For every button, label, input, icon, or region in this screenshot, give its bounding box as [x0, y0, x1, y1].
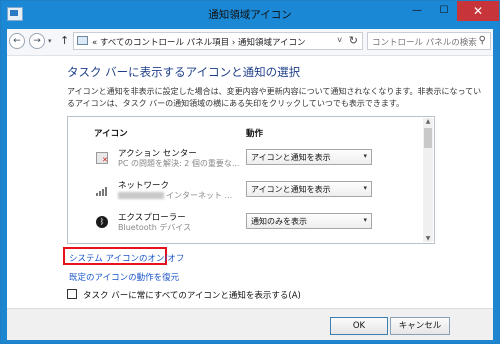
item-description: Bluetooth デバイス	[118, 223, 192, 232]
behavior-select-value: 通知のみを表示	[251, 217, 307, 226]
vertical-scrollbar[interactable]: ▲ ▼	[423, 118, 433, 242]
minimize-button[interactable]: —	[404, 1, 430, 21]
scrollbar-thumb[interactable]	[424, 128, 432, 148]
address-bar[interactable]: « すべてのコントロール パネル項目 › 通知領域アイコン v ↻	[73, 32, 363, 50]
item-description: インターネット ...	[118, 190, 232, 201]
list-item: アクション センター PC の問題を解決: 2 個の重要な... アイコンと通知…	[90, 147, 410, 175]
item-description: PC の問題を解決: 2 個の重要な...	[118, 159, 240, 168]
address-dropdown-icon[interactable]: v	[337, 35, 342, 44]
action-center-flag-icon	[96, 152, 108, 164]
back-button[interactable]: ←	[9, 33, 25, 49]
recent-locations-dropdown[interactable]: ▾	[48, 37, 52, 45]
dialog-footer: OK キャンセル	[7, 308, 493, 340]
breadcrumb[interactable]: « すべてのコントロール パネル項目 › 通知領域アイコン	[92, 36, 306, 48]
chevron-down-icon: ▾	[363, 152, 367, 160]
list-item: ネットワーク インターネット ... アイコンと通知を表示 ▾	[90, 179, 410, 207]
behavior-select[interactable]: 通知のみを表示 ▾	[246, 213, 372, 229]
window: 通知領域アイコン — ☐ ✕ ← → ▾ ↑ « すべてのコントロール パネル項…	[0, 0, 500, 344]
scroll-up-icon[interactable]: ▲	[423, 118, 433, 125]
cancel-button[interactable]: キャンセル	[390, 317, 450, 335]
behavior-select-value: アイコンと通知を表示	[251, 153, 331, 162]
chevron-down-icon: ▾	[363, 184, 367, 192]
behavior-select[interactable]: アイコンと通知を表示 ▾	[246, 181, 372, 197]
page-title: タスク バーに表示するアイコンと通知の選択	[67, 65, 301, 79]
main-content: タスク バーに表示するアイコンと通知の選択 アイコンと通知を非表示に設定した場合…	[7, 56, 493, 308]
behavior-select-value: アイコンと通知を表示	[251, 185, 331, 194]
behavior-select[interactable]: アイコンと通知を表示 ▾	[246, 149, 372, 165]
description-text: アイコンと通知を非表示に設定した場合は、変更内容や更新内容について通知されなくな…	[67, 87, 482, 108]
navigation-bar: ← → ▾ ↑ « すべてのコントロール パネル項目 › 通知領域アイコン v …	[7, 29, 493, 56]
ok-button[interactable]: OK	[330, 317, 388, 335]
bluetooth-icon: ᛒ	[96, 216, 108, 228]
title-bar: 通知領域アイコン — ☐ ✕	[1, 1, 499, 29]
maximize-button[interactable]: ☐	[431, 1, 457, 21]
control-panel-icon	[77, 36, 88, 45]
search-input[interactable]: コントロール パネルの検索 ⚲	[367, 32, 491, 50]
close-button[interactable]: ✕	[457, 1, 499, 21]
list-item: ᛒ エクスプローラー Bluetooth デバイス 通知のみを表示 ▾	[90, 211, 410, 239]
restore-defaults-link[interactable]: 既定のアイコンの動作を復元	[69, 271, 179, 283]
search-placeholder: コントロール パネルの検索	[372, 38, 477, 48]
forward-button[interactable]: →	[29, 33, 45, 49]
network-signal-icon	[96, 184, 108, 196]
redacted-text	[118, 192, 164, 199]
refresh-icon[interactable]: ↻	[349, 34, 358, 47]
column-header-action: 動作	[246, 129, 264, 139]
always-show-all-label[interactable]: タスク バーに常にすべてのアイコンと通知を表示する(A)	[83, 289, 301, 301]
chevron-down-icon: ▾	[363, 216, 367, 224]
system-icons-link[interactable]: システム アイコンのオン/オフ	[69, 252, 184, 264]
column-header-icon: アイコン	[94, 129, 128, 139]
scroll-down-icon[interactable]: ▼	[423, 235, 433, 242]
notification-icon-list: アイコン 動作 アクション センター PC の問題を解決: 2 個の重要な...…	[67, 116, 435, 244]
up-button[interactable]: ↑	[60, 34, 69, 47]
search-icon[interactable]: ⚲	[479, 35, 486, 46]
always-show-all-checkbox[interactable]	[67, 289, 77, 299]
